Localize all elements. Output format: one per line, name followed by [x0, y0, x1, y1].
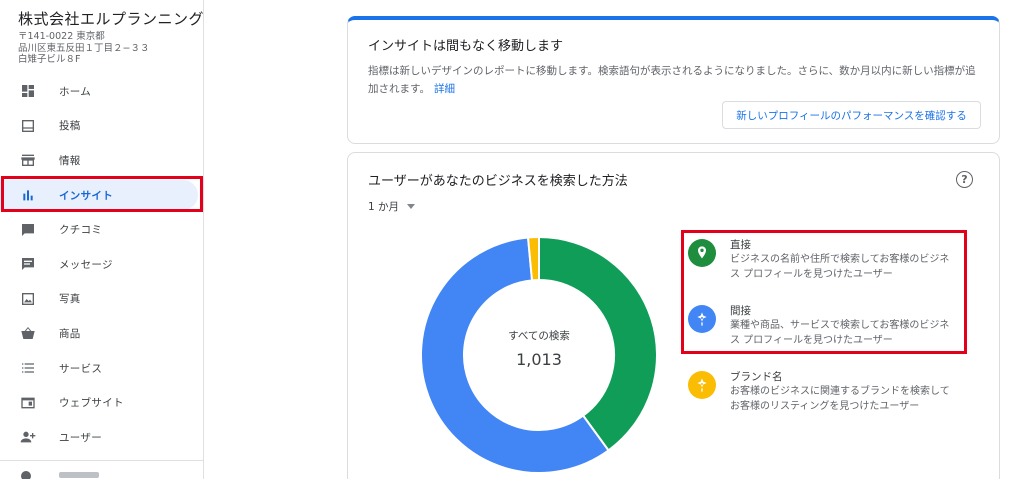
sidebar-item-home[interactable]: ホーム	[0, 74, 204, 109]
sidebar-item-posts[interactable]: 投稿	[0, 109, 204, 144]
period-dropdown[interactable]: 1 か月	[368, 199, 416, 214]
sidebar-item-info[interactable]: 情報	[0, 143, 204, 178]
help-icon[interactable]: ?	[956, 171, 973, 188]
search-breakdown-card: ユーザーがあなたのビジネスを検索した方法 ? 1 か月 すべての検索 1,013…	[347, 152, 1000, 479]
notice-title: インサイトは間もなく移動します	[368, 39, 564, 54]
legend-desc: ビジネスの名前や住所で検索してお客様のビジネス プロフィールを見つけたユーザー	[730, 254, 950, 280]
sidebar: 株式会社エルプランニング 〒141-0022 東京都 品川区東五反田１丁目２−３…	[0, 0, 204, 479]
website-icon	[19, 394, 37, 412]
business-address: 〒141-0022 東京都 品川区東五反田１丁目２−３３ 白雉子ビル８F	[18, 31, 150, 65]
photo-icon	[19, 290, 37, 308]
business-name: 株式会社エルプランニング	[18, 10, 205, 28]
sidebar-item-messages[interactable]: メッセージ	[0, 247, 204, 282]
donut-slice-0	[538, 237, 657, 452]
store-icon	[19, 151, 37, 169]
chevron-down-icon	[407, 204, 416, 209]
sidebar-item-label: 商品	[59, 327, 81, 340]
review-icon	[19, 221, 37, 239]
view-performance-button[interactable]: 新しいプロフィールのパフォーマンスを確認する	[722, 101, 981, 129]
legend-desc: 業種や商品、サービスで検索してお客様のビジネス プロフィールを見つけたユーザー	[730, 320, 950, 346]
legend-title: 間接	[730, 305, 751, 317]
location-pin-icon	[688, 239, 716, 267]
sidebar-item-services[interactable]: サービス	[0, 351, 204, 386]
donut-center-value: 1,013	[516, 350, 562, 369]
post-icon	[19, 117, 37, 135]
sidebar-item-label: ホーム	[59, 85, 92, 98]
brand-icon	[688, 371, 716, 399]
bar-chart-icon	[19, 186, 37, 204]
sidebar-item-label: 写真	[59, 293, 81, 306]
basket-icon	[19, 324, 37, 342]
sidebar-item-products[interactable]: 商品	[0, 316, 204, 351]
sidebar-next-label	[59, 472, 99, 478]
sidebar-item-label: サービス	[59, 362, 103, 375]
donut-center-label: すべての検索	[508, 330, 570, 342]
discovery-icon	[688, 305, 716, 333]
legend-title: ブランド名	[730, 371, 783, 383]
sidebar-item-label: インサイト	[59, 189, 113, 202]
sidebar-nav: ホーム 投稿 情報 インサイト クチコミ メッセージ 写真 商品 サービス ウェ…	[0, 74, 204, 455]
notice-card: インサイトは間もなく移動します 指標は新しいデザインのレポートに移動します。検索…	[347, 16, 1000, 144]
sidebar-item-reviews[interactable]: クチコミ	[0, 212, 204, 247]
sidebar-item-label: 情報	[59, 154, 81, 167]
sidebar-item-label: ウェブサイト	[59, 397, 124, 410]
dashboard-icon	[19, 82, 37, 100]
add-user-icon	[19, 428, 37, 446]
sidebar-item-label: ユーザー	[59, 431, 102, 444]
sidebar-item-photos[interactable]: 写真	[0, 282, 204, 317]
sidebar-item-website[interactable]: ウェブサイト	[0, 385, 204, 420]
learn-more-link[interactable]: 詳細	[434, 83, 455, 95]
period-value: 1 か月	[368, 201, 400, 213]
notice-body: 指標は新しいデザインのレポートに移動します。検索語句が表示されるようになりました…	[368, 62, 986, 98]
sidebar-next-icon	[21, 471, 31, 479]
sidebar-divider	[0, 460, 204, 461]
notice-body-text: 指標は新しいデザインのレポートに移動します。検索語句が表示されるようになりました…	[368, 65, 976, 95]
legend-desc: お客様のビジネスに関連するブランドを検索してお客様のリスティングを見つけたユーザ…	[730, 386, 950, 412]
sidebar-item-label: 投稿	[59, 120, 81, 133]
sidebar-item-label: クチコミ	[59, 224, 103, 237]
sidebar-item-insights[interactable]: インサイト	[0, 178, 204, 213]
sidebar-item-users[interactable]: ユーザー	[0, 420, 204, 455]
legend-title: 直接	[730, 239, 751, 251]
list-icon	[19, 359, 37, 377]
card-title: ユーザーがあなたのビジネスを検索した方法	[368, 174, 628, 189]
main-content: インサイトは間もなく移動します 指標は新しいデザインのレポートに移動します。検索…	[204, 0, 1024, 479]
sidebar-item-label: メッセージ	[59, 258, 113, 271]
message-icon	[19, 255, 37, 273]
